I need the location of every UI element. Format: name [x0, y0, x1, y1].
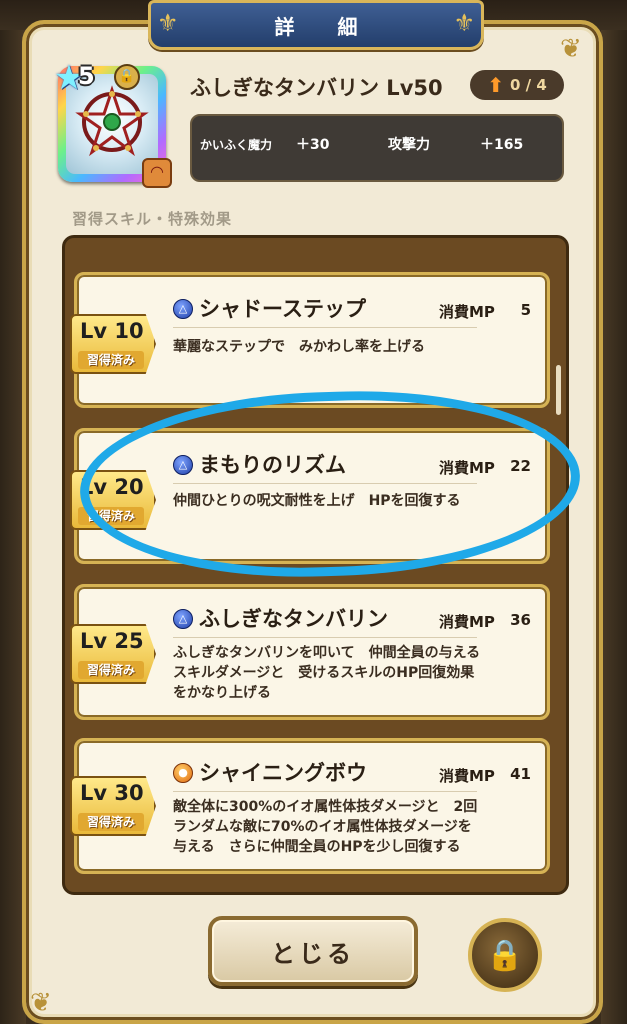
skill-description: 仲間ひとりの呪文耐性を上げ HPを回復する — [173, 493, 461, 509]
level-badge: Lv 30 習得済み — [70, 776, 156, 836]
lock-icon: 🔒 — [486, 937, 524, 973]
mp-label: 消費MP — [439, 459, 495, 477]
stat-value: ＋165 — [480, 137, 524, 153]
orange-element-icon: ● — [173, 763, 193, 783]
learned-status: 習得済み — [78, 507, 144, 525]
corner-ornament-icon: ❦ — [560, 34, 582, 64]
divider — [173, 637, 477, 638]
corner-ornament-icon: ❦ — [30, 988, 52, 1018]
skill-description: 華麗なステップで みかわし率を上げる — [173, 339, 425, 355]
skill-level: Lv 30 — [80, 781, 144, 805]
stat-label: かいふく魔力 — [200, 138, 273, 152]
blue-element-icon: △ — [173, 299, 193, 319]
skill-description: 敵全体に300%のイオ属性体技ダメージと 2回 ランダムな敵に70%のイオ属性体… — [173, 799, 478, 855]
learned-status: 習得済み — [78, 661, 144, 679]
mp-value: 22 — [510, 457, 531, 475]
skill-level: Lv 10 — [80, 319, 144, 343]
divider — [173, 327, 477, 328]
skill-name: まもりのリズム — [199, 453, 346, 477]
scrollbar[interactable] — [556, 365, 561, 415]
mp-label: 消費MP — [439, 613, 495, 631]
skill-level: Lv 25 — [80, 629, 144, 653]
stat-value: ＋30 — [296, 137, 330, 153]
mp-value: 41 — [510, 765, 531, 783]
level-badge: Lv 25 習得済み — [70, 624, 156, 684]
lock-button[interactable]: 🔒 — [468, 918, 542, 992]
right-background — [601, 30, 627, 1024]
mp-value: 5 — [520, 301, 531, 319]
skill-name: ふしぎなタンバリン — [199, 607, 388, 631]
rarity-stars: 5 — [78, 62, 95, 90]
stats-box: かいふく魔力 ＋30 攻撃力 ＋165 — [190, 114, 564, 182]
blue-element-icon: △ — [173, 455, 193, 475]
item-name: ふしぎなタンバリン Lv50 — [190, 76, 443, 100]
skill-name: シャドーステップ — [199, 297, 366, 321]
skill-name: シャイニングボウ — [199, 761, 367, 785]
fleur-de-lis-icon: ⚜ — [453, 9, 475, 37]
upgrade-count: 0 / 4 — [509, 76, 547, 94]
upgrade-arrow-icon: ⬆ — [487, 73, 504, 97]
skill-description: ふしぎなタンバリンを叩いて 仲間全員の与える スキルダメージと 受けるスキルのH… — [173, 645, 481, 701]
dialog-title-plate: ⚜ 詳 細 ⚜ — [148, 0, 484, 50]
mp-value: 36 — [510, 611, 531, 629]
mp-label: 消費MP — [439, 767, 495, 785]
learned-status: 習得済み — [78, 813, 144, 831]
divider — [173, 791, 477, 792]
level-badge: Lv 20 習得済み — [70, 470, 156, 530]
fleur-de-lis-icon: ⚜ — [157, 9, 179, 37]
dialog-title: 詳 細 — [274, 14, 376, 39]
lock-icon: 🔒 — [114, 64, 140, 90]
upgrade-counter: ⬆ 0 / 4 — [470, 70, 564, 100]
bow-type-icon: ◠ — [142, 158, 172, 188]
section-label: 習得スキル・特殊効果 — [72, 210, 233, 228]
divider — [173, 483, 477, 484]
close-button-label: とじる — [271, 939, 355, 968]
stat-label: 攻撃力 — [388, 137, 430, 153]
blue-element-icon: △ — [173, 609, 193, 629]
learned-status: 習得済み — [78, 351, 144, 369]
skill-level: Lv 20 — [80, 475, 144, 499]
mp-label: 消費MP — [439, 303, 495, 321]
close-button[interactable]: とじる — [208, 916, 418, 986]
level-badge: Lv 10 習得済み — [70, 314, 156, 374]
